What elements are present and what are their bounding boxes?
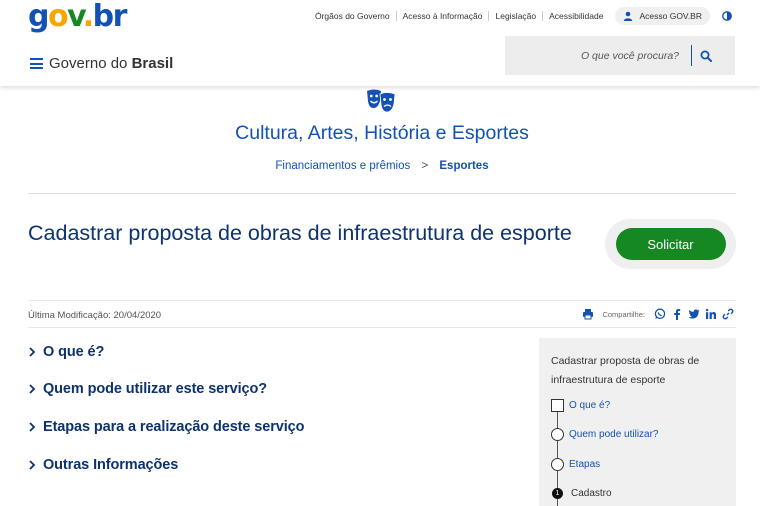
link-orgaos[interactable]: Órgãos do Governo — [309, 11, 396, 21]
chevron-right-icon — [29, 422, 36, 432]
side-nav-title: Cadastrar proposta de obras de infraestr… — [551, 355, 700, 386]
breadcrumb-current: Esportes — [439, 160, 489, 172]
side-nav-step-o-que-e[interactable]: O que é? — [551, 399, 610, 412]
accordion-item-outras-informacoes[interactable]: Outras Informações — [28, 457, 178, 473]
theatre-masks-icon — [367, 89, 396, 113]
twitter-icon[interactable] — [688, 308, 700, 320]
link-legislacao[interactable]: Legislação — [489, 11, 542, 21]
print-icon[interactable] — [582, 308, 594, 320]
link-icon[interactable] — [722, 308, 734, 320]
solicitar-button[interactable]: Solicitar — [615, 228, 726, 260]
search-input[interactable] — [505, 49, 683, 62]
side-nav-step-etapas[interactable]: Etapas — [551, 458, 600, 471]
page-title: Cadastrar proposta de obras de infraestr… — [28, 221, 572, 245]
side-nav-step-cadastro[interactable]: 1 Cadastro — [551, 488, 612, 499]
step-number-badge: 1 — [552, 488, 563, 499]
main-menu-button[interactable]: Governo do Brasil — [30, 55, 173, 72]
link-acesso-informacao[interactable]: Acesso à Informação — [397, 11, 489, 21]
divider — [28, 327, 736, 328]
share-bar: Compartilhe: — [577, 308, 734, 320]
user-icon — [624, 11, 633, 21]
search-icon[interactable] — [700, 50, 712, 62]
side-nav-link[interactable]: Quem pode utilizar? — [569, 429, 659, 440]
side-nav-link[interactable]: O que é? — [569, 400, 610, 411]
menu-brand: Brasil — [131, 55, 174, 72]
search-divider — [691, 45, 692, 66]
header: gov.br Órgãos do Governo Acesso à Inform… — [0, 0, 760, 86]
side-nav-link[interactable]: Etapas — [569, 459, 600, 470]
side-navigation: Cadastrar proposta de obras de infraestr… — [539, 338, 736, 506]
search-box — [505, 36, 735, 75]
link-acessibilidade[interactable]: Acessibilidade — [543, 11, 609, 21]
last-modified: Última Modificação: 20/04/2020 — [28, 310, 162, 321]
linkedin-icon[interactable] — [705, 308, 717, 320]
facebook-icon[interactable] — [671, 308, 683, 320]
accordion-label: O que é? — [43, 344, 105, 360]
breadcrumb: Financiamentos e prêmios > Esportes — [0, 160, 760, 172]
cta-container: Solicitar — [605, 219, 736, 269]
section-title: Cultura, Artes, História e Esportes — [235, 122, 529, 144]
accordion-label: Outras Informações — [43, 457, 179, 473]
side-nav-step-quem-pode[interactable]: Quem pode utilizar? — [551, 428, 659, 441]
contrast-icon[interactable] — [722, 11, 732, 21]
breadcrumb-parent[interactable]: Financiamentos e prêmios — [275, 160, 410, 172]
menu-prefix: Governo do — [49, 55, 128, 72]
hamburger-icon — [30, 58, 43, 69]
top-links: Órgãos do Governo Acesso à Informação Le… — [309, 7, 760, 25]
square-marker-icon — [551, 399, 564, 412]
divider — [28, 300, 736, 301]
accordion-label: Etapas para a realização deste serviço — [43, 419, 305, 435]
side-nav-step-label: Cadastro — [571, 488, 612, 499]
divider — [28, 193, 736, 194]
chevron-right-icon — [29, 460, 36, 470]
whatsapp-icon[interactable] — [654, 308, 666, 320]
breadcrumb-separator: > — [421, 160, 429, 172]
govbr-logo[interactable]: gov.br — [28, 0, 127, 34]
share-label: Compartilhe: — [602, 309, 645, 319]
accordion-item-etapas[interactable]: Etapas para a realização deste serviço — [28, 419, 304, 435]
accordion-item-quem-pode[interactable]: Quem pode utilizar este serviço? — [28, 381, 267, 397]
circle-marker-icon — [551, 458, 564, 471]
accordion-label: Quem pode utilizar este serviço? — [43, 381, 268, 397]
login-label: Acesso GOV.BR — [639, 11, 702, 21]
circle-marker-icon — [551, 428, 564, 441]
chevron-right-icon — [29, 384, 36, 394]
accordion-item-o-que-e[interactable]: O que é? — [28, 344, 104, 360]
login-button[interactable]: Acesso GOV.BR — [615, 7, 710, 25]
chevron-right-icon — [29, 347, 36, 357]
